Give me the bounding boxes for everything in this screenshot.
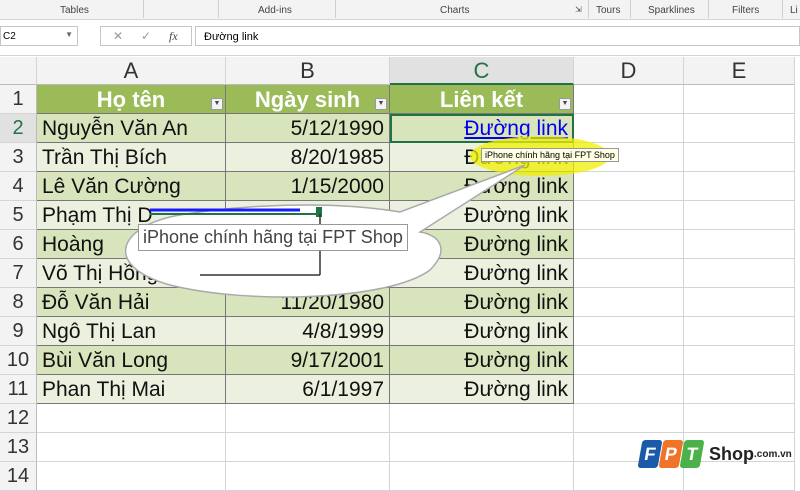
logo-letter: T [679, 440, 705, 468]
logo-shop: Shop [709, 443, 754, 464]
zoomed-screen-tip: iPhone chính hãng tại FPT Shop [138, 224, 408, 251]
zoomed-fill-handle [316, 207, 322, 217]
fpt-shop-logo: FPT Shop .com.vn [637, 440, 792, 468]
logo-domain: .com.vn [754, 448, 792, 460]
